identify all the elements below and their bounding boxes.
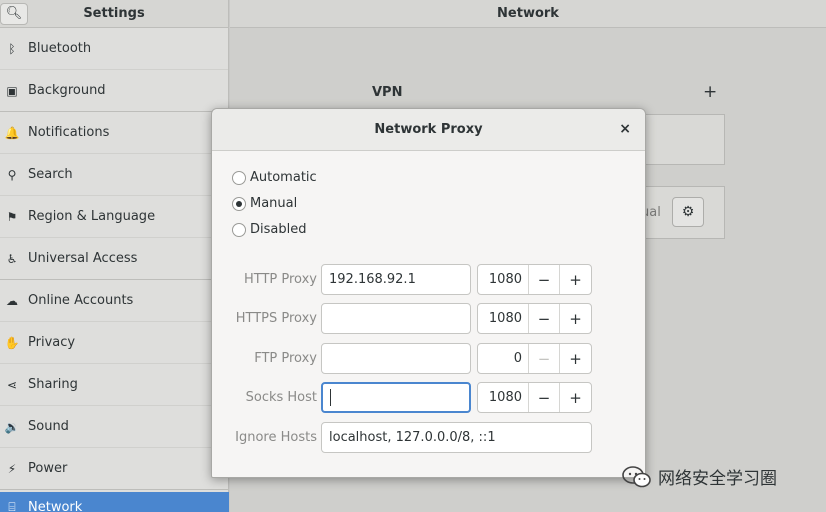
sidebar-item-label: Sound bbox=[28, 419, 69, 434]
sidebar-item-privacy[interactable]: ✋ Privacy bbox=[0, 322, 228, 364]
port-increment-button[interactable]: + bbox=[560, 383, 591, 412]
sidebar-item-label: Notifications bbox=[28, 125, 110, 140]
ignore-hosts-input[interactable]: localhost, 127.0.0.0/8, ::1 bbox=[321, 422, 592, 453]
sidebar-item-label: Background bbox=[28, 83, 106, 98]
port-value[interactable]: 1080 bbox=[478, 265, 529, 294]
accessibility-icon: ♿ bbox=[6, 251, 18, 266]
proxy-settings-button[interactable]: ⚙ bbox=[672, 197, 704, 227]
radio-label: Manual bbox=[250, 196, 298, 211]
ignore-hosts-label: Ignore Hosts bbox=[235, 430, 317, 445]
https-proxy-port-spinner: 1080− + bbox=[477, 303, 592, 334]
radio-automatic[interactable]: Automatic bbox=[232, 170, 317, 185]
sidebar-item-label: Sharing bbox=[28, 377, 78, 392]
https-proxy-label: HTTPS Proxy bbox=[235, 311, 317, 326]
ftp-proxy-input[interactable] bbox=[321, 343, 471, 374]
http-proxy-label: HTTP Proxy bbox=[243, 272, 317, 287]
https-proxy-row: HTTPS Proxy 1080− + bbox=[212, 303, 647, 335]
port-increment-button[interactable]: + bbox=[560, 344, 591, 373]
wechat-icon bbox=[622, 465, 651, 487]
vpn-section-title: VPN bbox=[372, 85, 403, 100]
sidebar-item-notifications[interactable]: 🔔 Notifications bbox=[0, 112, 228, 154]
sidebar-header: 🔍︎ Settings bbox=[0, 0, 228, 28]
sidebar-item-label: Network bbox=[28, 500, 83, 512]
socks-host-port-spinner: 1080− + bbox=[477, 382, 592, 413]
socks-host-label: Socks Host bbox=[245, 390, 317, 405]
cloud-icon: ☁ bbox=[6, 293, 18, 308]
sidebar-item-bluetooth[interactable]: ᛒ Bluetooth bbox=[0, 28, 228, 70]
background-icon: ▣ bbox=[6, 83, 18, 98]
flag-icon: ⚑ bbox=[6, 209, 18, 224]
sidebar-item-network[interactable]: ⌸ Network bbox=[0, 492, 229, 512]
radio-label: Disabled bbox=[250, 222, 307, 237]
power-icon: ⚡ bbox=[7, 461, 17, 476]
sidebar-item-label: Online Accounts bbox=[28, 293, 134, 308]
hand-icon: ✋ bbox=[4, 335, 20, 350]
bell-icon: 🔔 bbox=[4, 125, 20, 140]
sidebar-item-sound[interactable]: 🔉 Sound bbox=[0, 406, 228, 448]
ftp-proxy-label: FTP Proxy bbox=[254, 351, 317, 366]
port-decrement-button[interactable]: − bbox=[529, 344, 560, 373]
socks-host-input[interactable] bbox=[321, 382, 471, 413]
radio-disabled[interactable]: Disabled bbox=[232, 222, 306, 237]
port-increment-button[interactable]: + bbox=[560, 304, 591, 333]
network-icon: ⌸ bbox=[8, 500, 16, 512]
sidebar-item-label: Bluetooth bbox=[28, 41, 92, 56]
sidebar-list: ᛒ Bluetooth ▣ Background 🔔 Notifications ⚲ Sear… bbox=[0, 28, 229, 512]
https-proxy-input[interactable] bbox=[321, 303, 471, 334]
http-proxy-input[interactable]: 192.168.92.1 bbox=[321, 264, 471, 295]
sidebar-item-background[interactable]: ▣ Background bbox=[0, 70, 228, 112]
radio-button[interactable] bbox=[232, 170, 246, 185]
socks-host-row: Socks Host 1080− + bbox=[212, 382, 647, 414]
port-value[interactable]: 0 bbox=[478, 344, 529, 373]
port-decrement-button[interactable]: − bbox=[529, 304, 560, 333]
share-icon: ⋖ bbox=[6, 377, 18, 392]
port-decrement-button[interactable]: − bbox=[529, 265, 560, 294]
sidebar-item-label: Privacy bbox=[28, 335, 76, 350]
sidebar-item-label: Search bbox=[28, 167, 73, 182]
sidebar-item-label: Universal Access bbox=[28, 251, 138, 266]
sidebar: 🔍︎ Settings ᛒ Bluetooth ▣ Background 🔔 Notifi… bbox=[0, 0, 229, 512]
search-icon: ⚲ bbox=[7, 167, 17, 182]
radio-button[interactable] bbox=[232, 196, 246, 211]
network-proxy-dialog: Network Proxy × Automatic Manual Disabled … bbox=[211, 108, 646, 478]
close-button[interactable]: × bbox=[619, 121, 631, 137]
radio-label: Automatic bbox=[250, 170, 317, 185]
sidebar-item-sharing[interactable]: ⋖ Sharing bbox=[0, 364, 228, 406]
port-increment-button[interactable]: + bbox=[560, 265, 591, 294]
bluetooth-icon: ᛒ bbox=[8, 41, 16, 56]
speaker-icon: 🔉 bbox=[4, 419, 20, 434]
ftp-proxy-row: FTP Proxy 0− + bbox=[212, 343, 647, 375]
sidebar-item-label: Power bbox=[28, 461, 68, 476]
sidebar-item-label: Region & Language bbox=[28, 209, 156, 224]
watermark: 网络安全学习圈 bbox=[622, 464, 777, 489]
sidebar-item-power[interactable]: ⚡ Power bbox=[0, 448, 228, 490]
dialog-title: Network Proxy bbox=[374, 122, 483, 137]
ignore-hosts-row: Ignore Hosts localhost, 127.0.0.0/8, ::1 bbox=[212, 422, 647, 454]
sidebar-item-online-accounts[interactable]: ☁ Online Accounts bbox=[0, 280, 228, 322]
port-decrement-button[interactable]: − bbox=[529, 383, 560, 412]
radio-button[interactable] bbox=[232, 222, 246, 237]
radio-manual[interactable]: Manual bbox=[232, 196, 297, 211]
search-button[interactable]: 🔍︎ bbox=[0, 2, 28, 25]
sidebar-item-region-language[interactable]: ⚑ Region & Language bbox=[0, 196, 228, 238]
sidebar-item-universal-access[interactable]: ♿ Universal Access bbox=[0, 238, 228, 280]
port-value[interactable]: 1080 bbox=[478, 304, 529, 333]
ftp-proxy-port-spinner: 0− + bbox=[477, 343, 592, 374]
panel-title: Network bbox=[230, 0, 826, 28]
watermark-text: 网络安全学习圈 bbox=[658, 469, 777, 489]
sidebar-item-search[interactable]: ⚲ Search bbox=[0, 154, 228, 196]
text-cursor bbox=[330, 389, 331, 406]
port-value[interactable]: 1080 bbox=[478, 383, 529, 412]
vpn-list bbox=[640, 114, 725, 165]
sidebar-title: Settings bbox=[83, 6, 145, 21]
http-proxy-port-spinner: 1080− + bbox=[477, 264, 592, 295]
search-icon: 🔍︎ bbox=[5, 6, 23, 21]
http-proxy-row: HTTP Proxy 192.168.92.1 1080− + bbox=[212, 264, 647, 296]
gear-icon: ⚙ bbox=[681, 204, 695, 220]
vpn-add-button[interactable]: + bbox=[703, 82, 717, 102]
dialog-header: Network Proxy × bbox=[212, 109, 645, 151]
